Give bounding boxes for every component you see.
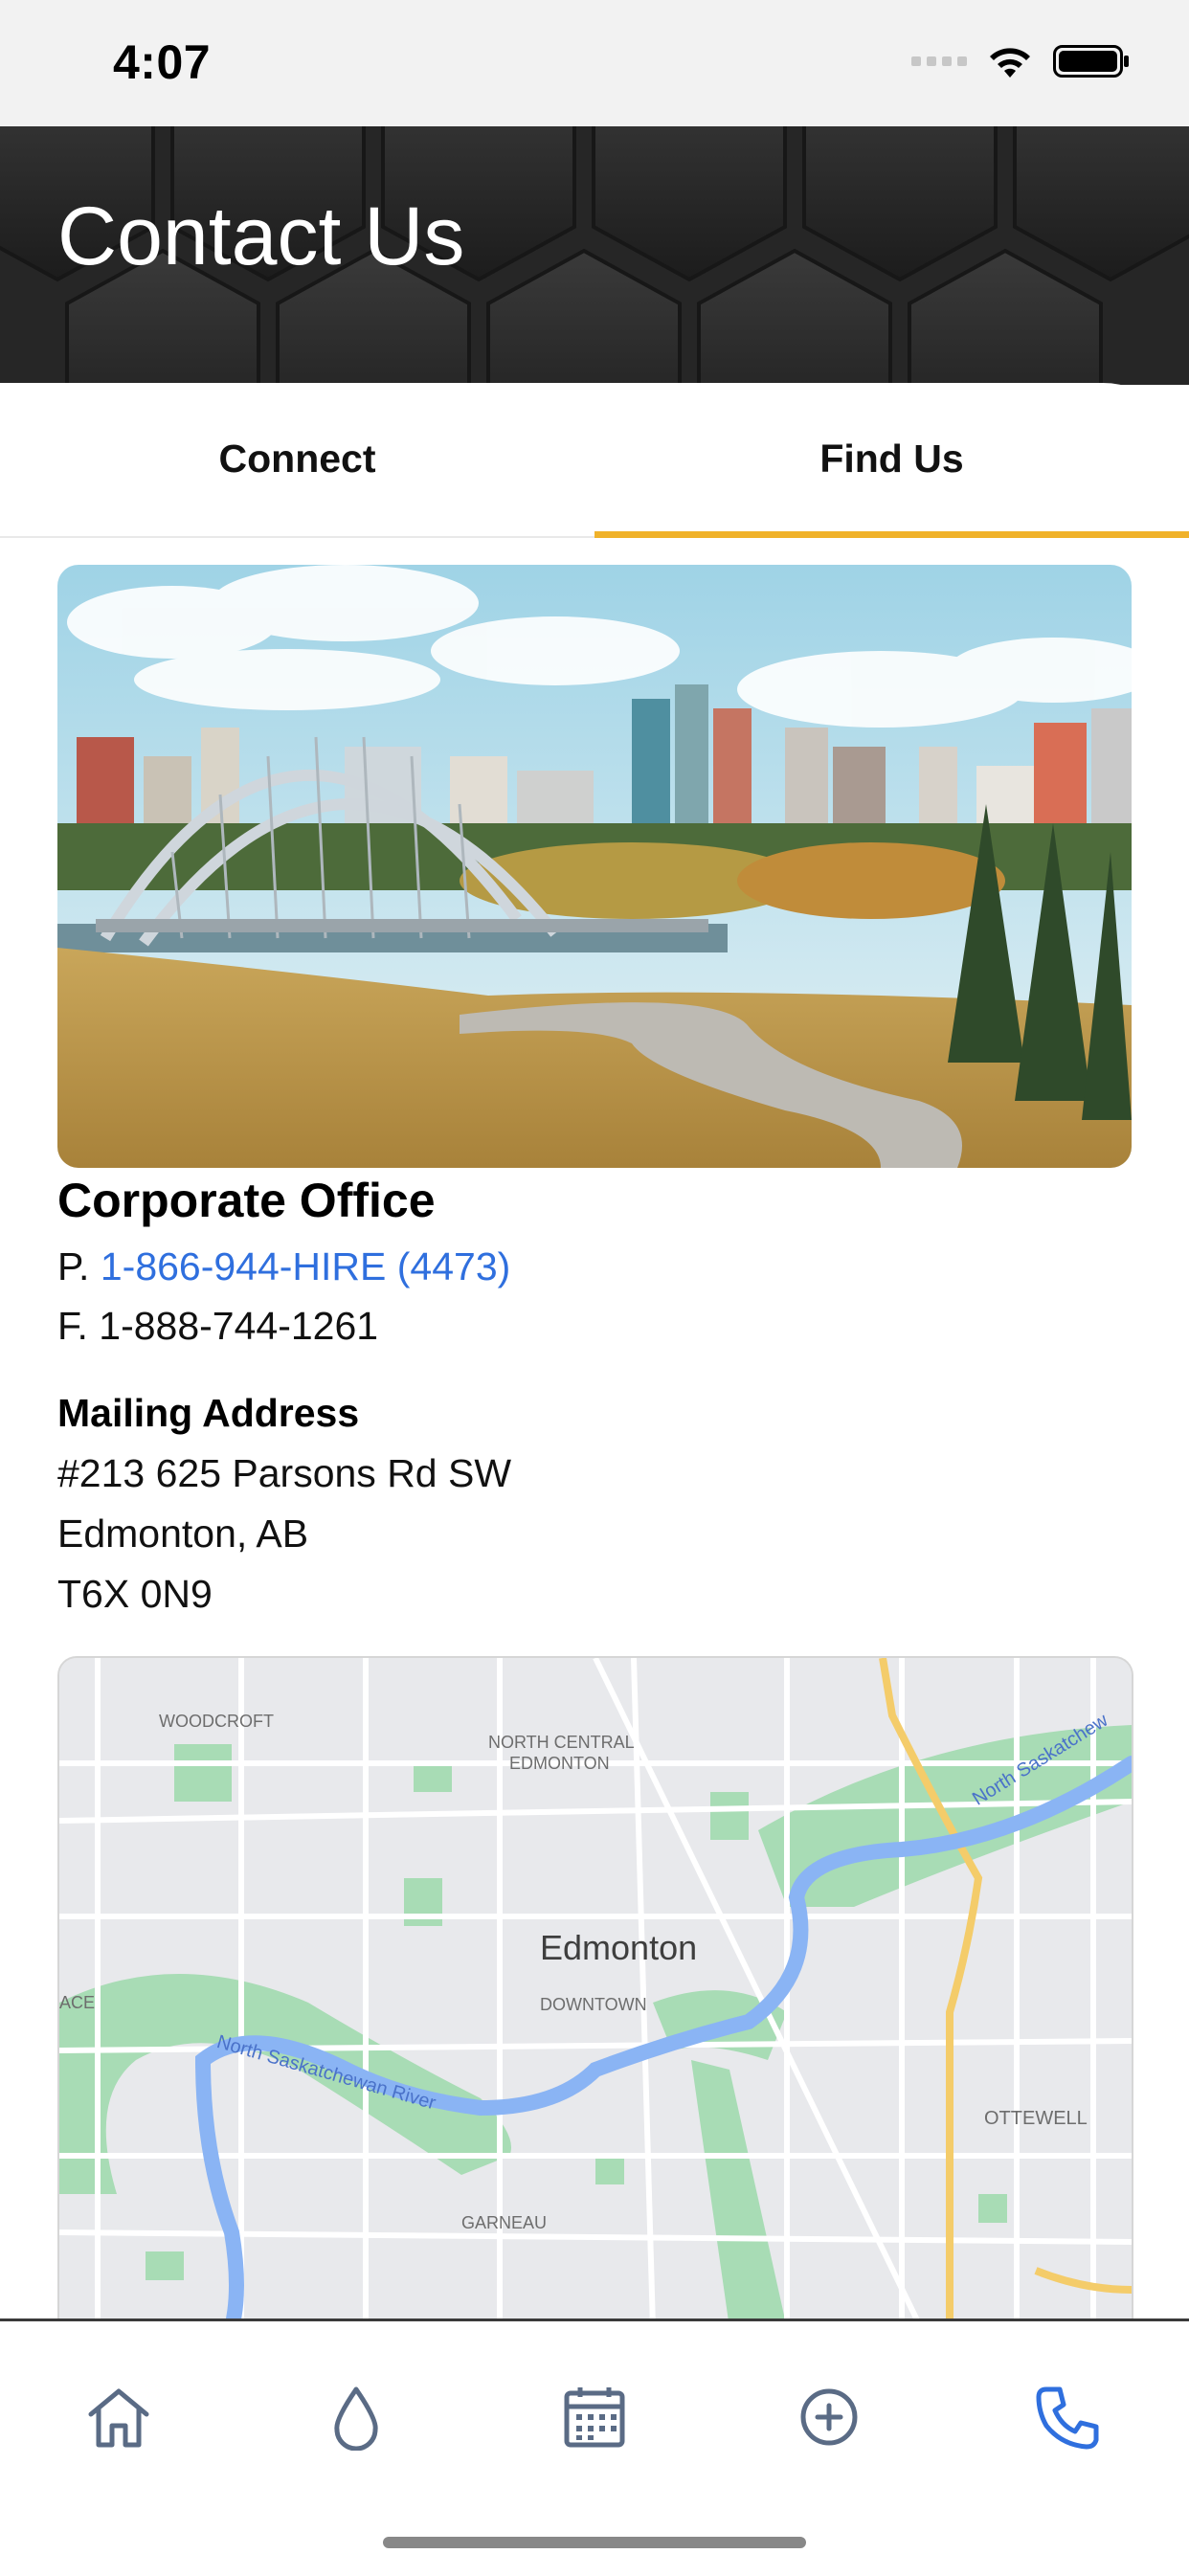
home-indicator[interactable]	[383, 2537, 806, 2548]
page-title: Contact Us	[57, 190, 465, 282]
nav-add[interactable]	[791, 2379, 867, 2455]
address-line-1: #213 625 Parsons Rd SW	[57, 1451, 512, 1495]
map-label-downtown: DOWNTOWN	[540, 1995, 647, 2014]
home-icon	[88, 2388, 149, 2448]
active-tab-indicator	[594, 531, 1189, 538]
status-icons	[911, 42, 1130, 80]
address-line-3: T6X 0N9	[57, 1572, 213, 1616]
battery-icon	[1053, 45, 1129, 78]
map-label-city: Edmonton	[540, 1928, 698, 1967]
tab-find-us[interactable]: Find Us	[594, 383, 1189, 534]
add-circle-icon	[800, 2388, 858, 2446]
cellular-signal-icon	[911, 56, 967, 66]
map-label-north-central-1: NORTH CENTRAL	[488, 1733, 635, 1752]
wifi-icon	[990, 48, 1030, 78]
nav-calendar[interactable]	[556, 2379, 633, 2455]
water-drop-icon	[334, 2386, 378, 2451]
phone-prefix: P.	[57, 1244, 90, 1288]
address-line-2: Edmonton, AB	[57, 1512, 309, 1556]
status-time: 4:07	[113, 35, 212, 89]
phone-line: P. 1-866-944-HIRE (4473)	[57, 1244, 510, 1289]
nav-water[interactable]	[318, 2379, 394, 2455]
map-label-garneau: GARNEAU	[461, 2213, 548, 2232]
mailing-address-heading: Mailing Address	[57, 1391, 360, 1435]
page-header: Contact Us	[0, 126, 1189, 385]
map-label-edge-left: ACE	[59, 1993, 96, 2012]
phone-icon	[1036, 2386, 1099, 2450]
calendar-icon	[564, 2387, 625, 2448]
corporate-office-title: Corporate Office	[57, 1174, 436, 1227]
nav-contact[interactable]	[1030, 2379, 1107, 2455]
location-map[interactable]: WOODCROFT NORTH CENTRAL EDMONTON Edmonto…	[57, 1656, 1133, 2328]
map-label-woodcroft: WOODCROFT	[159, 1712, 274, 1731]
map-label-north-central-2: EDMONTON	[509, 1754, 610, 1773]
tab-bar: Connect Find Us	[0, 383, 1189, 538]
nav-home[interactable]	[80, 2379, 157, 2455]
fax-line: F. 1-888-744-1261	[57, 1304, 379, 1348]
status-bar: 4:07	[0, 0, 1189, 126]
phone-link[interactable]: 1-866-944-HIRE (4473)	[101, 1244, 510, 1288]
map-label-ottewell: OTTEWELL	[984, 2108, 1088, 2129]
tab-connect[interactable]: Connect	[0, 383, 594, 534]
office-city-photo	[57, 565, 1132, 1168]
